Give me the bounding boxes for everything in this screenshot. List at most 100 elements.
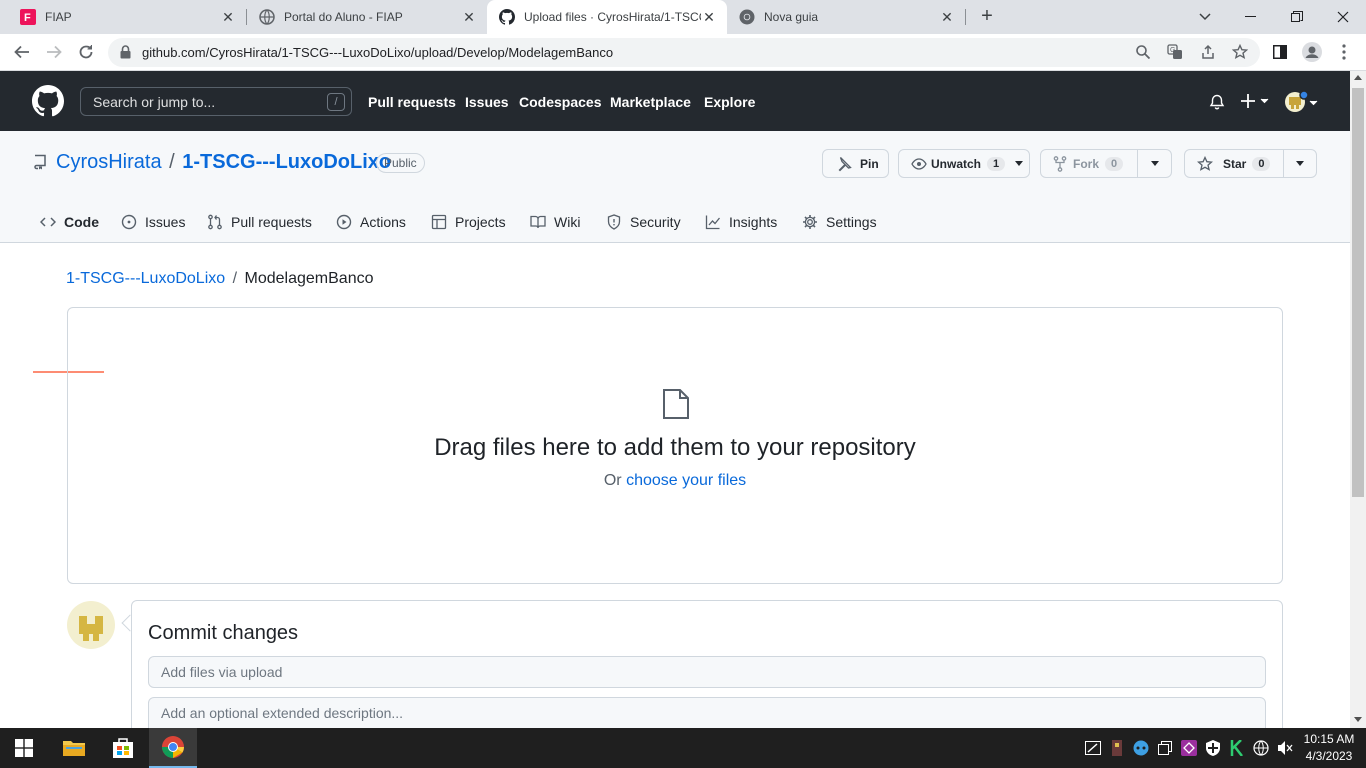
tab-insights[interactable]: Insights <box>705 211 777 233</box>
page-scrollbar[interactable] <box>1350 71 1366 728</box>
scroll-down-arrow-icon[interactable] <box>1354 717 1362 722</box>
tab-projects[interactable]: Projects <box>431 211 506 233</box>
unwatch-label: Unwatch <box>931 156 982 171</box>
fork-caret-down-icon[interactable] <box>1151 161 1159 166</box>
tray-app-icon[interactable] <box>1109 740 1125 756</box>
lock-icon[interactable] <box>120 45 131 64</box>
tab-code-label: Code <box>64 214 99 230</box>
reload-icon[interactable] <box>72 38 100 66</box>
close-tab-icon[interactable]: ✕ <box>461 9 477 26</box>
side-panel-icon[interactable] <box>1266 38 1294 66</box>
restore-icon[interactable] <box>1274 0 1320 34</box>
pen-workspace-icon[interactable] <box>1085 740 1101 756</box>
nav-issues[interactable]: Issues <box>465 94 509 110</box>
close-tab-icon[interactable]: ✕ <box>220 9 236 26</box>
github-search-input[interactable]: Search or jump to... / <box>80 87 352 116</box>
commit-summary-input[interactable]: Add files via upload <box>148 656 1266 688</box>
repo-owner-link[interactable]: CyrosHirata <box>56 151 162 173</box>
browser-tab-new-tab[interactable]: Nova guia ✕ <box>727 0 965 34</box>
browser-tab-upload-files[interactable]: Upload files · CyrosHirata/1-TSCG ✕ <box>487 0 727 34</box>
scroll-up-arrow-icon[interactable] <box>1354 75 1362 80</box>
nav-marketplace[interactable]: Marketplace <box>610 94 691 110</box>
file-explorer-icon[interactable] <box>50 728 98 768</box>
clock-date: 4/3/2023 <box>1305 749 1353 763</box>
windows-taskbar: 10:15 AM 4/3/2023 <box>0 728 1366 768</box>
button-divider <box>1137 150 1138 177</box>
watch-count: 1 <box>987 156 1006 171</box>
star-caret-down-icon[interactable] <box>1296 161 1304 166</box>
breadcrumb-repo-link[interactable]: 1-TSCG---LuxoDoLixo <box>66 270 225 287</box>
repo-icon <box>33 154 47 175</box>
volume-muted-icon[interactable] <box>1277 740 1293 756</box>
tray-purple-app-icon[interactable] <box>1181 740 1197 756</box>
copy-windows-icon[interactable] <box>1157 740 1173 756</box>
nav-codespaces[interactable]: Codespaces <box>519 94 601 110</box>
tab-title: Upload files · CyrosHirata/1-TSCG <box>524 10 701 24</box>
kaspersky-k-icon[interactable] <box>1229 740 1245 756</box>
back-arrow-icon[interactable] <box>8 38 36 66</box>
taskbar-clock[interactable]: 10:15 AM 4/3/2023 <box>1300 731 1358 765</box>
microsoft-store-icon[interactable] <box>99 728 147 768</box>
close-window-icon[interactable] <box>1320 0 1366 34</box>
profile-avatar-icon[interactable] <box>1298 38 1326 66</box>
close-tab-icon[interactable]: ✕ <box>701 9 717 26</box>
gear-icon <box>803 215 817 229</box>
pin-button[interactable]: Pin <box>822 149 889 178</box>
chrome-taskbar-icon[interactable] <box>149 728 197 768</box>
tab-settings[interactable]: Settings <box>802 211 877 233</box>
github-header: Search or jump to... / Pull requests Iss… <box>0 71 1350 131</box>
user-avatar-menu-icon[interactable] <box>1285 90 1319 119</box>
scrollbar-thumb[interactable] <box>1352 88 1364 497</box>
browser-tab-fiap[interactable]: F FIAP ✕ <box>0 0 246 34</box>
forward-arrow-icon[interactable] <box>40 38 68 66</box>
notifications-bell-icon[interactable] <box>1209 94 1225 115</box>
browser-toolbar: github.com/CyrosHirata/1-TSCG---LuxoDoLi… <box>0 34 1366 71</box>
breadcrumb: 1-TSCG---LuxoDoLixo / ModelagemBanco <box>66 270 373 288</box>
tab-title: Portal do Aluno - FIAP <box>284 10 403 24</box>
tab-issues[interactable]: Issues <box>121 211 185 233</box>
address-bar[interactable]: github.com/CyrosHirata/1-TSCG---LuxoDoLi… <box>108 38 1260 67</box>
github-logo-icon[interactable] <box>32 85 65 122</box>
fork-label: Fork <box>1073 156 1100 171</box>
tab-code[interactable]: Code <box>40 211 99 233</box>
fork-button[interactable]: Fork 0 <box>1040 149 1172 178</box>
file-drop-zone[interactable]: Drag files here to add them to your repo… <box>67 307 1283 584</box>
minimize-icon[interactable] <box>1228 0 1274 34</box>
translate-icon[interactable]: G <box>1167 44 1183 65</box>
network-globe-icon[interactable] <box>1253 740 1269 756</box>
share-icon[interactable] <box>1200 44 1216 65</box>
unwatch-button[interactable]: Unwatch 1 <box>898 149 1030 178</box>
search-icon[interactable] <box>1136 45 1151 64</box>
browser-menu-icon[interactable] <box>1330 38 1358 66</box>
clock-time: 10:15 AM <box>1303 732 1355 746</box>
choose-your-files-link[interactable]: choose your files <box>626 472 746 489</box>
fork-count: 0 <box>1105 156 1124 171</box>
star-button[interactable]: Star 0 <box>1184 149 1317 178</box>
or-text: Or <box>603 472 622 489</box>
browser-tab-strip: F FIAP ✕ Portal do Aluno - FIAP ✕ Upload… <box>0 0 1366 34</box>
user-avatar[interactable] <box>67 601 115 654</box>
fiap-favicon-icon: F <box>20 9 36 25</box>
code-icon <box>40 217 56 227</box>
windows-start-icon[interactable] <box>0 728 48 768</box>
new-tab-icon[interactable]: + <box>976 6 998 27</box>
pin-label: Pin <box>860 156 879 171</box>
browser-tab-portal[interactable]: Portal do Aluno - FIAP ✕ <box>247 0 487 34</box>
repo-name-link[interactable]: 1-TSCG---LuxoDoLixo <box>182 151 391 173</box>
star-icon <box>1197 155 1213 172</box>
bookmark-star-icon[interactable] <box>1231 43 1249 65</box>
tab-security[interactable]: Security <box>606 211 681 233</box>
meet-now-icon[interactable] <box>1133 740 1149 756</box>
tab-pull-requests[interactable]: Pull requests <box>207 211 312 233</box>
globe-icon <box>259 9 275 25</box>
nav-explore[interactable]: Explore <box>704 94 755 110</box>
nav-pull-requests[interactable]: Pull requests <box>368 94 456 110</box>
defender-shield-icon[interactable] <box>1205 740 1221 756</box>
tab-issues-label: Issues <box>145 214 186 230</box>
tab-wiki[interactable]: Wiki <box>530 211 580 233</box>
visibility-badge: Public <box>376 153 425 173</box>
create-new-plus-icon[interactable] <box>1241 93 1269 114</box>
close-tab-icon[interactable]: ✕ <box>939 9 955 26</box>
tab-search-chevron-icon[interactable] <box>1182 0 1228 34</box>
tab-actions[interactable]: Actions <box>336 211 406 233</box>
